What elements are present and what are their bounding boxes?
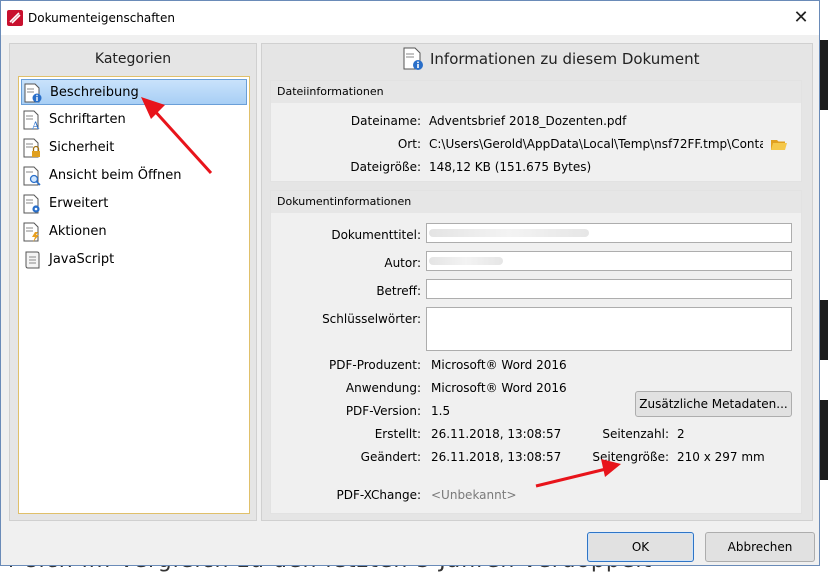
category-label: Ansicht beim Öffnen — [49, 168, 182, 183]
title-bar: Dokumenteigenschaften ✕ — [1, 1, 819, 35]
filename-value: Adventsbrief 2018_Dozenten.pdf — [429, 114, 627, 128]
created-value: 26.11.2018, 13:08:57 — [431, 427, 562, 441]
document-info-icon — [403, 47, 423, 70]
modified-label: Geändert: — [360, 450, 421, 464]
document-action-icon — [23, 222, 39, 242]
document-info-icon — [24, 83, 42, 103]
categories-panel: Kategorien Beschreibung A Schriftarten S… — [9, 43, 257, 521]
document-properties-dialog: Dokumenteigenschaften ✕ Kategorien Besch… — [0, 0, 820, 566]
pdf-version-label: PDF-Version: — [345, 404, 421, 418]
script-icon — [25, 251, 40, 269]
document-info-title: Dokumentinformationen — [271, 191, 801, 213]
pdfxchange-value: <Unbekannt> — [431, 488, 517, 502]
document-view-icon — [23, 166, 41, 186]
author-label: Autor: — [384, 256, 421, 270]
application-value: Microsoft® Word 2016 — [431, 381, 567, 395]
additional-metadata-button[interactable]: Zusätzliche Metadaten... — [635, 391, 792, 417]
application-label: Anwendung: — [345, 381, 421, 395]
ok-button[interactable]: OK — [587, 532, 694, 562]
svg-text:A: A — [31, 121, 40, 130]
location-label: Ort: — [397, 137, 421, 151]
category-label: Schriftarten — [49, 112, 126, 127]
categories-list: Beschreibung A Schriftarten Sicherheit A… — [18, 76, 250, 514]
document-gear-icon — [23, 194, 40, 214]
modified-value: 26.11.2018, 13:08:57 — [431, 450, 562, 464]
filename-label: Dateiname: — [350, 114, 421, 128]
background-strip — [820, 400, 828, 480]
file-info-title: Dateiinformationen — [271, 81, 801, 103]
background-strip — [820, 40, 828, 110]
category-label: Sicherheit — [49, 140, 115, 155]
pdf-xchange-app-icon — [7, 10, 23, 26]
author-input[interactable] — [426, 251, 792, 271]
page-size-label: Seitengröße: — [592, 450, 669, 464]
keywords-label: Schlüsselwörter: — [322, 312, 421, 326]
category-item-ansicht-beim-oeffnen[interactable]: Ansicht beim Öffnen — [21, 163, 247, 189]
dialog-footer: OK Abbrechen — [1, 527, 819, 565]
pdf-producer-label: PDF-Produzent: — [328, 358, 421, 372]
subject-input[interactable] — [426, 279, 792, 299]
subject-label: Betreff: — [376, 284, 421, 298]
page-count-label: Seitenzahl: — [602, 427, 669, 441]
document-lock-icon — [23, 138, 40, 158]
page-size-value: 210 x 297 mm — [677, 450, 765, 464]
category-item-aktionen[interactable]: Aktionen — [21, 219, 247, 245]
location-value: C:\Users\Gerold\AppData\Local\Temp\nsf72… — [429, 137, 763, 151]
pdfxchange-label: PDF-XChange: — [336, 488, 421, 502]
document-info-section: Dokumentinformationen Dokumenttitel: Aut… — [270, 190, 802, 514]
redacted-title — [429, 229, 589, 237]
filesize-value: 148,12 KB (151.675 Bytes) — [429, 160, 592, 174]
cancel-button[interactable]: Abbrechen — [705, 532, 815, 562]
open-folder-icon[interactable] — [771, 138, 787, 151]
created-label: Erstellt: — [374, 427, 421, 441]
category-label: Aktionen — [49, 224, 107, 239]
category-label: Erweitert — [49, 196, 109, 211]
category-item-beschreibung[interactable]: Beschreibung — [21, 79, 247, 105]
close-button[interactable]: ✕ — [783, 1, 819, 35]
filesize-label: Dateigröße: — [350, 160, 421, 174]
category-item-erweitert[interactable]: Erweitert — [21, 191, 247, 217]
page-count-value: 2 — [677, 427, 685, 441]
pdf-producer-value: Microsoft® Word 2016 — [431, 358, 567, 372]
category-item-schriftarten[interactable]: A Schriftarten — [21, 107, 247, 133]
close-icon: ✕ — [793, 7, 809, 28]
file-info-section: Dateiinformationen Dateiname: Adventsbri… — [270, 80, 802, 182]
document-font-icon: A — [23, 110, 40, 130]
document-title-label: Dokumenttitel: — [331, 228, 421, 242]
keywords-textarea[interactable] — [426, 307, 792, 351]
info-header: Informationen zu diesem Dokument — [262, 44, 812, 74]
category-label: JavaScript — [49, 252, 115, 267]
document-info-panel: Informationen zu diesem Dokument Dateiin… — [261, 43, 813, 521]
background-strip — [820, 300, 828, 360]
category-item-sicherheit[interactable]: Sicherheit — [21, 135, 247, 161]
redacted-author — [429, 257, 503, 265]
categories-header: Kategorien — [94, 51, 172, 67]
pdf-version-value: 1.5 — [431, 404, 451, 418]
category-label: Beschreibung — [50, 85, 139, 100]
info-header-title: Informationen zu diesem Dokument — [430, 50, 700, 68]
document-title-input[interactable] — [426, 223, 792, 243]
category-item-javascript[interactable]: JavaScript — [21, 247, 247, 273]
window-title: Dokumenteigenschaften — [28, 11, 175, 25]
